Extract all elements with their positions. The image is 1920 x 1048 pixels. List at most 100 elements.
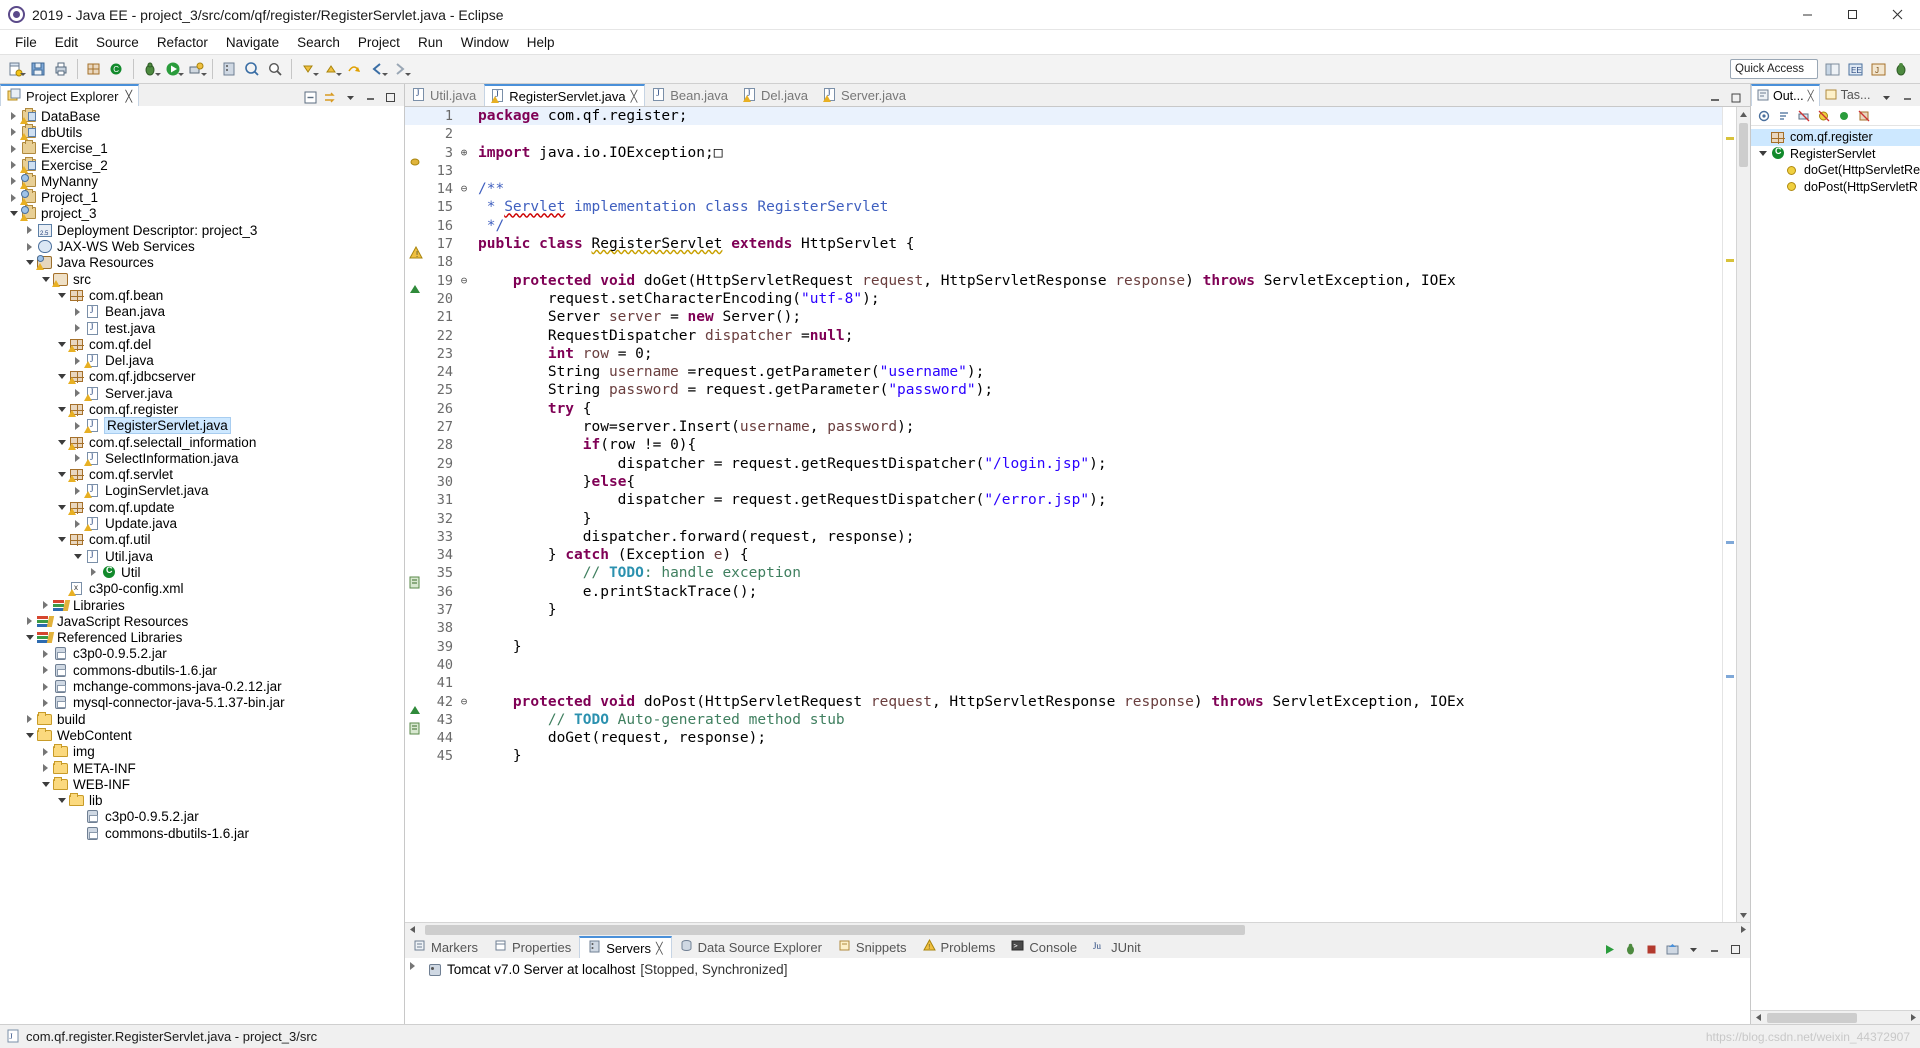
quick-access-input[interactable]: Quick Access bbox=[1730, 59, 1818, 79]
new-wizard-icon[interactable] bbox=[4, 58, 26, 80]
expand-arrow-icon[interactable] bbox=[6, 144, 21, 153]
code-line[interactable]: 13 bbox=[405, 162, 1722, 180]
forward-icon[interactable] bbox=[389, 58, 411, 80]
tree-item-database[interactable]: DataBase bbox=[0, 107, 404, 124]
code-line[interactable]: 28 if(row != 0){ bbox=[405, 436, 1722, 454]
editor-tab-del-java[interactable]: Del.java bbox=[736, 84, 816, 106]
next-annotation-icon[interactable] bbox=[297, 58, 319, 80]
close-icon[interactable]: ╳ bbox=[656, 942, 663, 955]
code-line[interactable]: 30 }else{ bbox=[405, 473, 1722, 491]
perspective-debug-icon[interactable] bbox=[1891, 59, 1912, 80]
view-menu-icon[interactable] bbox=[342, 89, 359, 106]
code-line[interactable]: 39 } bbox=[405, 638, 1722, 656]
code-line[interactable]: 43 // TODO Auto-generated method stub bbox=[405, 711, 1722, 735]
server-entry[interactable]: Tomcat v7.0 Server at localhost [Stopped… bbox=[420, 962, 787, 977]
collapse-arrow-icon[interactable] bbox=[22, 732, 37, 738]
menu-project[interactable]: Project bbox=[349, 33, 409, 52]
bottom-tab-data-source-explorer[interactable]: Data Source Explorer bbox=[672, 936, 830, 958]
minimize-button[interactable] bbox=[1785, 0, 1830, 30]
maximize-button[interactable] bbox=[1830, 0, 1875, 30]
expand-arrow-icon[interactable] bbox=[86, 568, 101, 577]
menu-help[interactable]: Help bbox=[518, 33, 564, 52]
outline-scroll-right-icon[interactable] bbox=[1906, 1013, 1920, 1022]
code-line[interactable]: 33 dispatcher.forward(request, response)… bbox=[405, 528, 1722, 546]
scroll-left-icon[interactable] bbox=[405, 925, 419, 934]
expand-arrow-icon[interactable] bbox=[22, 226, 37, 235]
outline-hscroll-thumb[interactable] bbox=[1767, 1012, 1857, 1023]
scroll-track[interactable] bbox=[1737, 121, 1750, 908]
servers-content[interactable]: Tomcat v7.0 Server at localhost [Stopped… bbox=[405, 958, 1750, 1024]
expand-arrow-icon[interactable] bbox=[70, 519, 85, 528]
tree-item-com-qf-update[interactable]: com.qf.update bbox=[0, 499, 404, 515]
tree-item-src[interactable]: src bbox=[0, 271, 404, 287]
code-line[interactable]: 21 Server server = new Server(); bbox=[405, 308, 1722, 326]
tree-item-com-qf-bean[interactable]: com.qf.bean bbox=[0, 287, 404, 303]
bottom-tabbar[interactable]: Markers Properties Servers ╳ Data Source Exp… bbox=[405, 936, 1750, 958]
outline-item-dopost-httpservletr[interactable]: doPost(HttpServletR bbox=[1751, 179, 1920, 196]
menu-source[interactable]: Source bbox=[87, 33, 148, 52]
maximize-editor-icon[interactable] bbox=[1727, 89, 1744, 106]
bottom-tab-console[interactable]: > Console bbox=[1003, 936, 1085, 958]
tree-item-server-java[interactable]: Server.java bbox=[0, 385, 404, 401]
code-line[interactable]: 31 dispatcher = request.getRequestDispat… bbox=[405, 491, 1722, 509]
tree-item-commons-dbutils-1-6-jar[interactable]: commons-dbutils-1.6.jar bbox=[0, 825, 404, 841]
save-icon[interactable] bbox=[27, 58, 49, 80]
editor-horizontal-scrollbar[interactable] bbox=[405, 922, 1750, 936]
hide-local-types-icon[interactable] bbox=[1855, 107, 1872, 124]
expand-arrow-icon[interactable] bbox=[38, 666, 53, 675]
tree-item-del-java[interactable]: Del.java bbox=[0, 352, 404, 369]
code-line[interactable]: 25 String password = request.getParamete… bbox=[405, 381, 1722, 399]
collapse-arrow-icon[interactable] bbox=[54, 292, 69, 298]
code-line[interactable]: 36 e.printStackTrace(); bbox=[405, 583, 1722, 601]
tree-item-lib[interactable]: lib bbox=[0, 792, 404, 808]
expand-arrow-icon[interactable] bbox=[38, 698, 53, 707]
tree-item-c3p0-0-9-5-2-jar[interactable]: c3p0-0.9.5.2.jar bbox=[0, 809, 404, 825]
tree-item-meta-inf[interactable]: META-INF bbox=[0, 760, 404, 776]
perspective-java-icon[interactable]: J bbox=[1868, 59, 1889, 80]
code-line[interactable]: 26 try { bbox=[405, 400, 1722, 418]
code-line[interactable]: 23 int row = 0; bbox=[405, 345, 1722, 363]
code-line[interactable]: 38 bbox=[405, 619, 1722, 637]
collapse-arrow-icon[interactable] bbox=[54, 472, 69, 478]
maximize-view-icon[interactable] bbox=[382, 89, 399, 106]
outline-item-registerservlet[interactable]: RegisterServlet bbox=[1751, 146, 1920, 163]
tree-item-com-qf-del[interactable]: com.qf.del bbox=[0, 336, 404, 352]
code-line[interactable]: 34 } catch (Exception e) { bbox=[405, 546, 1722, 564]
expand-arrow-icon[interactable] bbox=[22, 617, 37, 626]
code-line[interactable]: 37 } bbox=[405, 601, 1722, 619]
expand-arrow-icon[interactable] bbox=[38, 601, 53, 610]
code-line[interactable]: 15 * Servlet implementation class Regist… bbox=[405, 198, 1722, 216]
bottom-tab-snippets[interactable]: Snippets bbox=[830, 936, 915, 958]
code-line[interactable]: 35 // TODO: handle exception bbox=[405, 564, 1722, 589]
tree-item-java-resources[interactable]: Java Resources bbox=[0, 255, 404, 271]
code-line[interactable]: 14 ⊖ /** bbox=[405, 180, 1722, 198]
code-line[interactable]: 45 } bbox=[405, 747, 1722, 765]
code-line[interactable]: 2 bbox=[405, 125, 1722, 143]
code-line[interactable]: 42 ⊖ protected void doPost(HttpServletReq… bbox=[405, 693, 1722, 714]
perspective-java-ee-icon[interactable]: EE bbox=[1845, 59, 1866, 80]
outline-horizontal-scrollbar[interactable] bbox=[1751, 1010, 1920, 1024]
code-line[interactable]: 40 bbox=[405, 656, 1722, 674]
expand-arrow-icon[interactable] bbox=[38, 764, 53, 773]
outline-tree[interactable]: com.qf.registerRegisterServlet doGet(Http… bbox=[1751, 126, 1920, 1010]
close-icon[interactable]: ╳ bbox=[1808, 91, 1814, 102]
expand-arrow-icon[interactable] bbox=[38, 682, 53, 691]
print-icon[interactable] bbox=[50, 58, 72, 80]
new-server-icon[interactable] bbox=[218, 58, 240, 80]
fold-toggle-icon[interactable]: ⊖ bbox=[457, 272, 471, 290]
collapse-arrow-icon[interactable] bbox=[70, 553, 85, 559]
tree-item-update-java[interactable]: Update.java bbox=[0, 515, 404, 532]
collapse-arrow-icon[interactable] bbox=[54, 439, 69, 445]
tree-item-com-qf-register[interactable]: com.qf.register bbox=[0, 401, 404, 417]
scroll-right-icon[interactable] bbox=[1736, 925, 1750, 934]
fold-toggle-icon[interactable]: ⊕ bbox=[457, 144, 471, 162]
collapse-arrow-icon[interactable] bbox=[38, 276, 53, 282]
expand-arrow-icon[interactable] bbox=[6, 112, 21, 121]
tree-item-c3p0-0-9-5-2-jar[interactable]: c3p0-0.9.5.2.jar bbox=[0, 646, 404, 662]
code-line[interactable]: ! 17 public class RegisterServlet extends … bbox=[405, 235, 1722, 259]
collapse-arrow-icon[interactable] bbox=[54, 406, 69, 412]
tree-item-webcontent[interactable]: WebContent bbox=[0, 727, 404, 743]
last-edit-location-icon[interactable] bbox=[343, 58, 365, 80]
menu-file[interactable]: File bbox=[6, 33, 46, 52]
code-line[interactable]: 29 dispatcher = request.getRequestDispat… bbox=[405, 455, 1722, 473]
